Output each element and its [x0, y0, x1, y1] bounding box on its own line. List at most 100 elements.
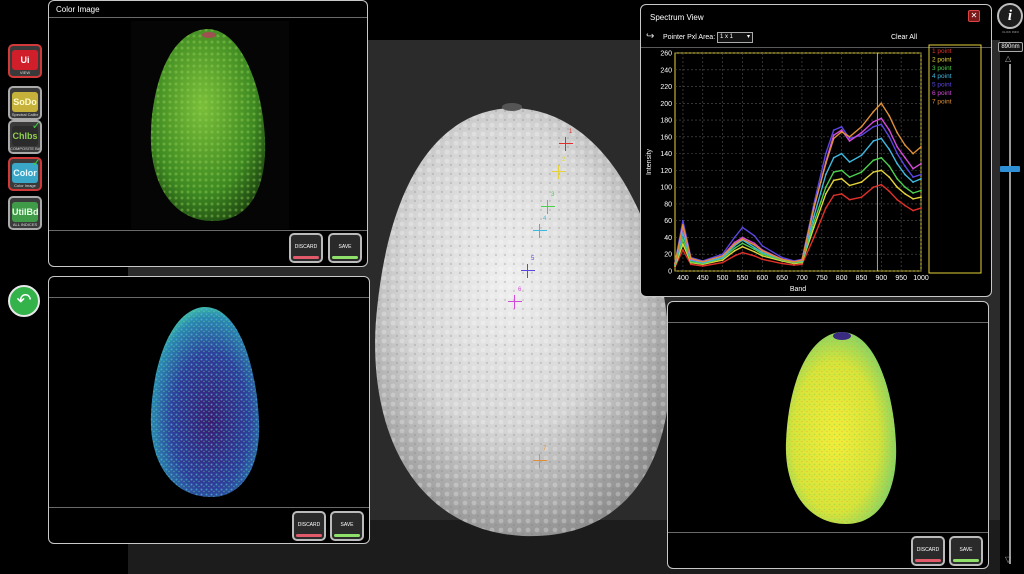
x-tick-label: 900	[875, 275, 887, 282]
data-point	[793, 260, 795, 263]
tool-button-2[interactable]: ChlbsCOMPOSITE BANDS✓	[8, 120, 42, 154]
discard-indicator	[293, 256, 319, 259]
legend-entry: 4 point	[932, 73, 952, 80]
legend-entry: 3 point	[932, 65, 952, 72]
point-marker-label: 1	[569, 129, 573, 135]
data-point	[733, 247, 736, 250]
index-map-image	[150, 306, 260, 497]
data-point	[832, 171, 835, 173]
point-marker-6[interactable]: 6	[508, 287, 522, 309]
tool-caption: Spectral Calibr	[11, 112, 39, 117]
data-point	[896, 186, 899, 189]
divider	[49, 230, 367, 231]
discard-button[interactable]: DISCARD	[289, 233, 323, 263]
data-point	[920, 162, 922, 165]
data-point	[888, 148, 891, 151]
data-point	[912, 181, 914, 184]
data-point	[904, 192, 907, 195]
point-marker-2[interactable]: 2	[552, 157, 566, 179]
save-button[interactable]: SAVE	[328, 233, 362, 263]
x-tick-label: 450	[697, 275, 709, 282]
data-point	[904, 144, 907, 147]
tool-button-1[interactable]: SoDo Spectral Calibr	[8, 86, 42, 120]
data-point	[872, 140, 875, 142]
wavelength-slider[interactable]: 890nm △ ▽	[996, 40, 1024, 574]
divider	[668, 322, 988, 323]
data-point	[761, 255, 764, 257]
legend-entry: 5 point	[932, 82, 952, 89]
data-point	[812, 215, 815, 218]
data-point	[781, 262, 784, 265]
data-point	[741, 242, 744, 245]
slider-down-icon[interactable]: ▽	[1005, 555, 1011, 564]
point-marker-3[interactable]: 3	[541, 192, 555, 214]
divider	[668, 532, 988, 533]
save-label: SAVE	[338, 244, 352, 250]
data-point	[733, 236, 736, 239]
index-map-image-right	[785, 331, 897, 524]
discard-button[interactable]: DISCARD	[911, 536, 945, 566]
data-point	[832, 129, 835, 132]
data-point	[674, 262, 676, 265]
data-point	[753, 244, 756, 246]
data-point	[824, 186, 827, 189]
data-point	[840, 177, 843, 180]
data-point	[812, 236, 815, 239]
divider	[49, 297, 369, 298]
tool-caption: ALL INDICES	[12, 222, 38, 227]
data-point	[832, 179, 835, 182]
slider-up-icon[interactable]: △	[1005, 54, 1011, 63]
data-point	[832, 137, 835, 140]
point-marker-7[interactable]: 7	[533, 446, 547, 468]
data-point	[840, 130, 843, 133]
point-marker-1[interactable]: 1	[559, 129, 573, 151]
wavelength-readout: 890nm	[998, 42, 1023, 52]
save-button[interactable]: SAVE	[949, 536, 983, 566]
x-tick-label: 750	[816, 275, 828, 282]
save-button[interactable]: SAVE	[330, 511, 364, 541]
save-indicator	[332, 256, 358, 259]
tool-button-4[interactable]: UtilBd ALL INDICES	[8, 196, 42, 230]
tool-button-0[interactable]: Ui VIEW	[8, 44, 42, 78]
undo-button[interactable]: ↶	[8, 285, 40, 317]
data-point	[733, 249, 736, 252]
save-indicator	[953, 559, 979, 562]
data-point	[880, 117, 883, 120]
data-point	[733, 243, 736, 246]
info-button[interactable]: i	[997, 3, 1023, 29]
data-point	[824, 173, 827, 176]
tool-button-3[interactable]: Color Color Image ✓	[8, 157, 42, 191]
data-point	[904, 186, 907, 189]
data-point	[860, 134, 863, 137]
x-tick-label: 400	[677, 275, 689, 282]
tool-glyph: Ui	[12, 50, 38, 70]
x-tick-label: 1000	[913, 275, 929, 282]
data-point	[860, 154, 863, 157]
data-point	[701, 265, 704, 267]
data-point	[721, 255, 724, 257]
point-marker-5[interactable]: 5	[521, 256, 535, 278]
data-point	[904, 156, 907, 159]
color-image-panel: Color Image DISCARD SAVE	[48, 0, 368, 267]
data-point	[872, 171, 875, 173]
data-point	[840, 125, 843, 128]
data-point	[812, 206, 815, 209]
data-point	[840, 169, 843, 172]
spectrum-chart[interactable]: 400 450 500 550 600 650 700 750 800 850 900 950 1000…	[641, 5, 992, 297]
x-tick-label: 650	[776, 275, 788, 282]
tool-caption: Color Image	[14, 183, 36, 188]
slider-thumb[interactable]	[1000, 166, 1020, 172]
point-marker-4[interactable]: 4	[533, 216, 547, 238]
data-point	[888, 176, 891, 178]
slider-track[interactable]	[1009, 64, 1011, 564]
data-point	[741, 245, 744, 248]
data-point	[840, 152, 843, 155]
point-marker-label: 5	[531, 256, 535, 262]
point-marker-label: 2	[562, 157, 566, 163]
y-tick-label: 200	[660, 101, 672, 108]
data-point	[741, 251, 744, 254]
data-point	[920, 146, 922, 148]
data-point	[888, 190, 891, 193]
x-axis-label: Band	[790, 286, 806, 293]
discard-button[interactable]: DISCARD	[292, 511, 326, 541]
